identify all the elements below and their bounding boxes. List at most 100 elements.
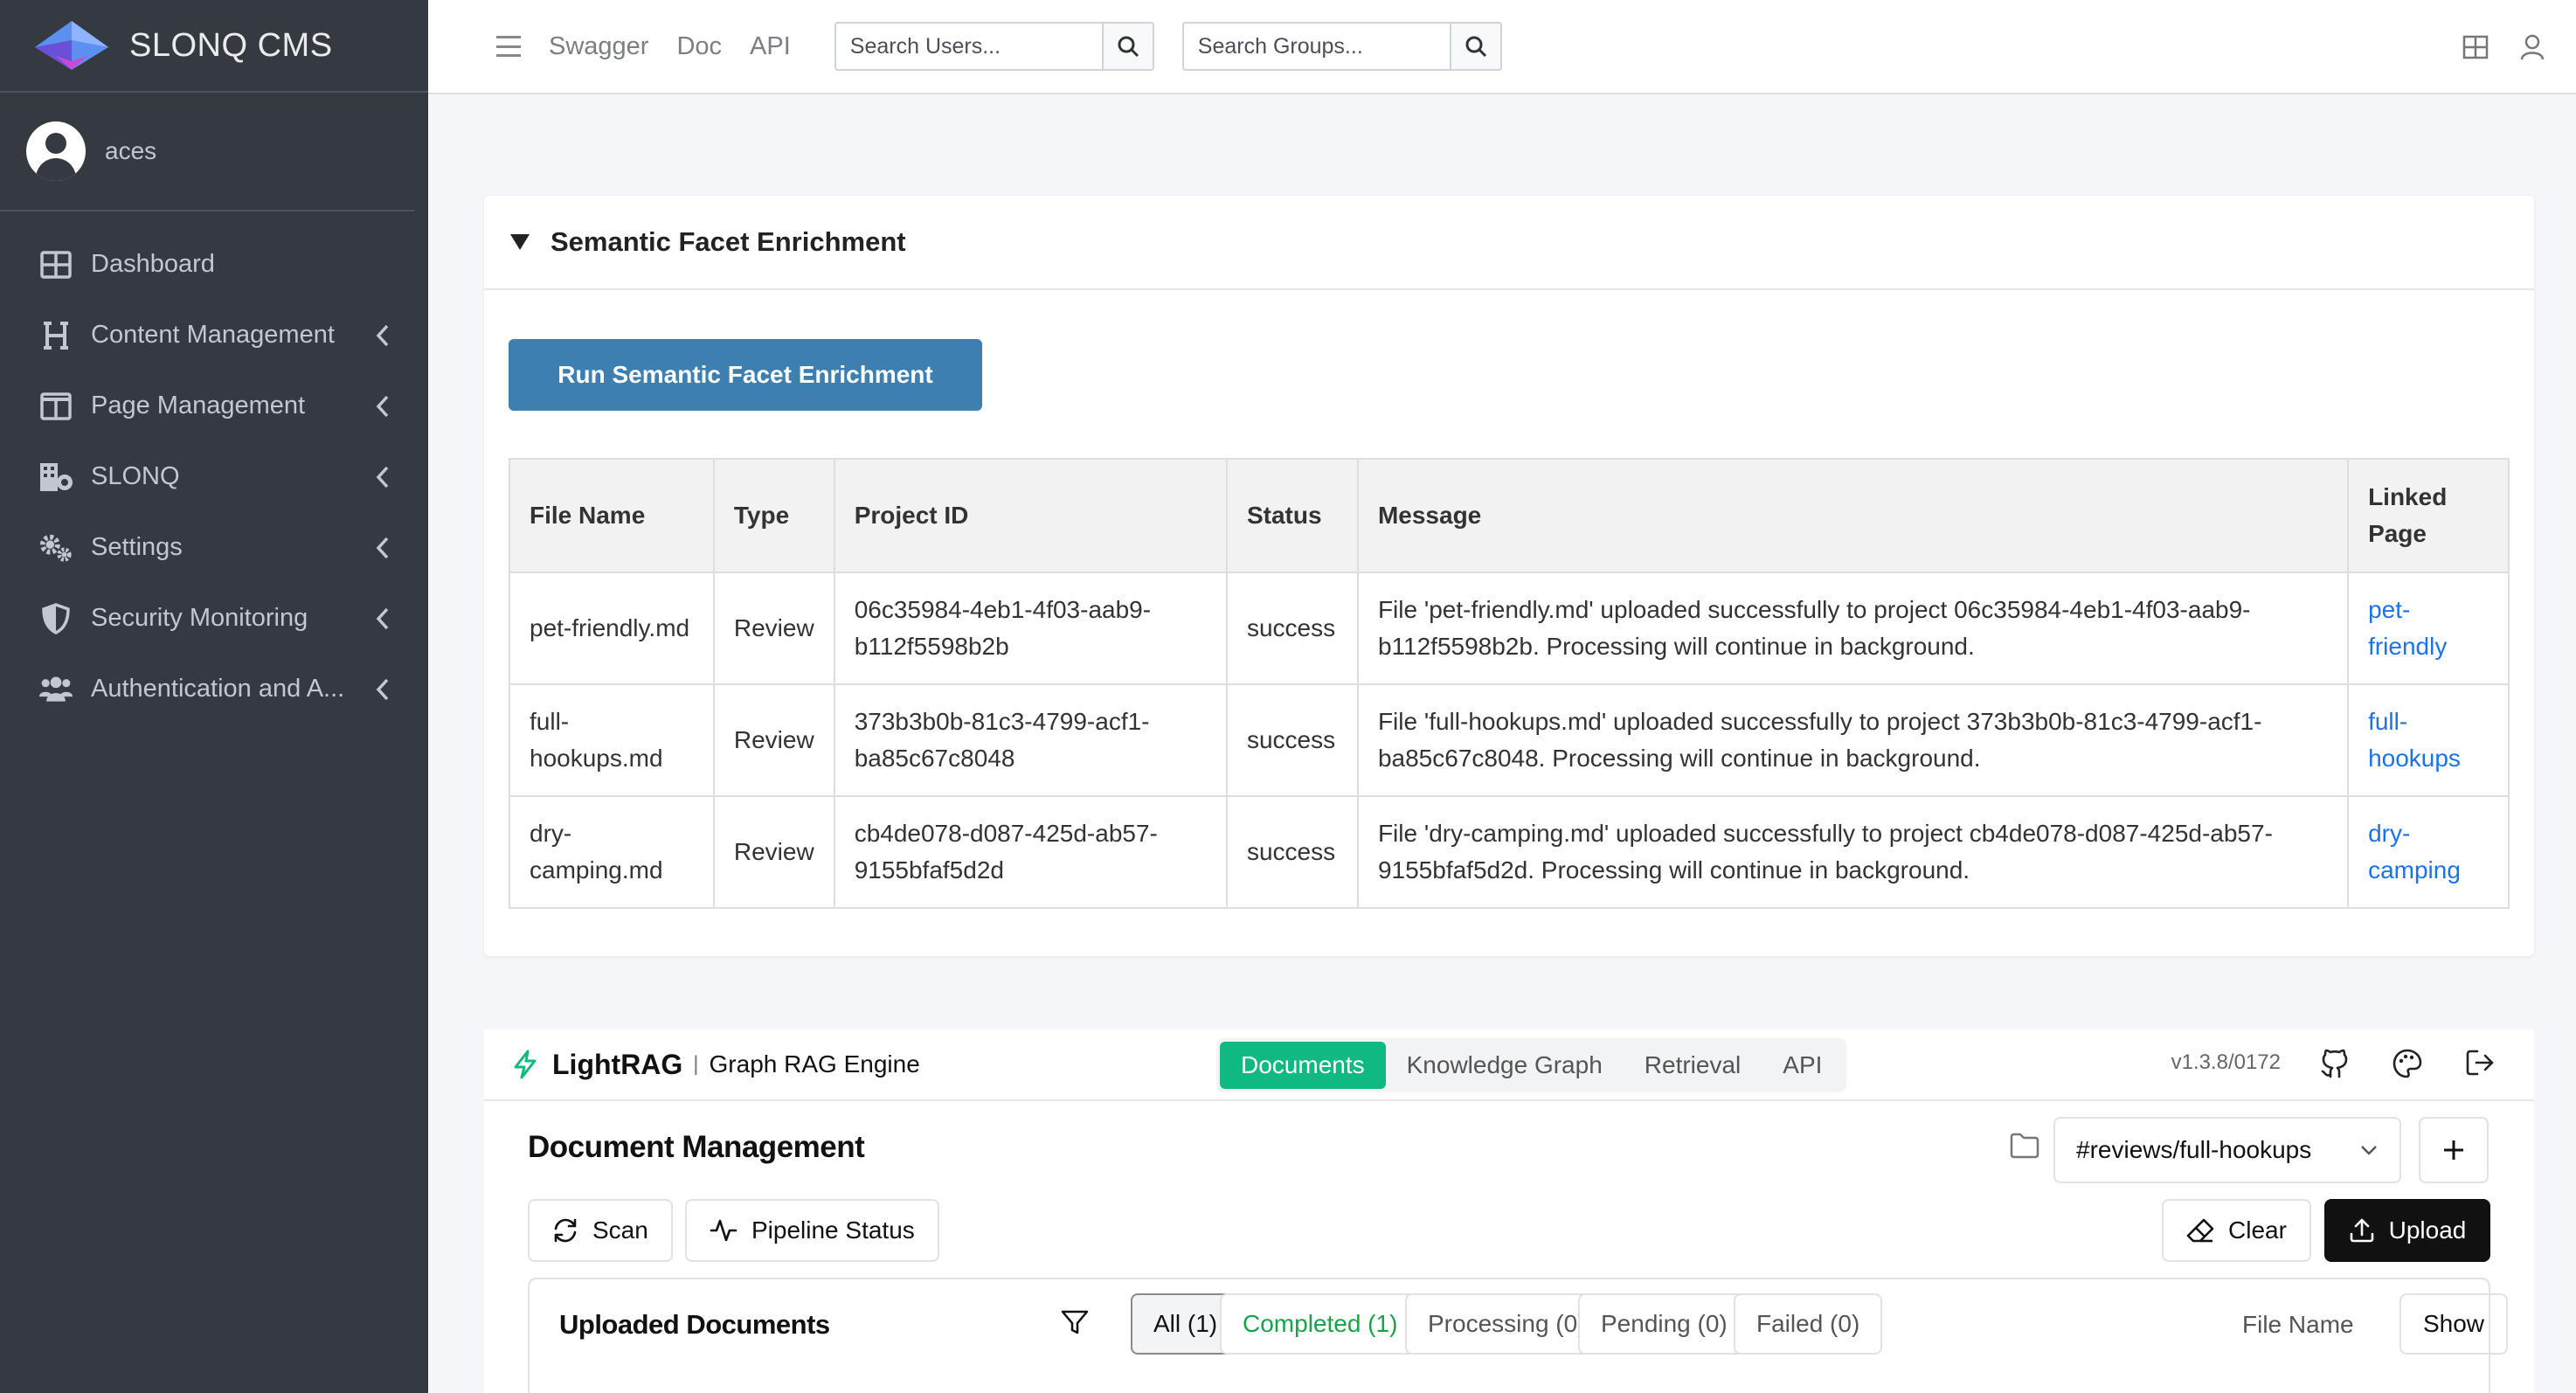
cogs-icon — [38, 530, 73, 565]
brand-name: SLONQ CMS — [129, 26, 333, 64]
sidebar: SLONQ CMS aces Dashboard Content Managem… — [0, 0, 428, 1393]
clear-button[interactable]: Clear — [2162, 1199, 2311, 1262]
sidebar-item-label: Settings — [91, 533, 183, 561]
sidebar-item-authentication[interactable]: Authentication and A... — [0, 654, 428, 724]
show-file-name-button[interactable]: Show — [2399, 1293, 2508, 1355]
enrichment-results-table: File Name Type Project ID Status Message… — [509, 458, 2510, 909]
chevron-down-icon — [2361, 1146, 2377, 1155]
file-name-label: File Name — [2242, 1311, 2354, 1338]
tab-api[interactable]: API — [1762, 1042, 1843, 1089]
sidebar-item-dashboard[interactable]: Dashboard — [0, 229, 428, 300]
sidebar-nav: Dashboard Content Management Page Manage… — [0, 211, 428, 724]
pipeline-status-button[interactable]: Pipeline Status — [685, 1199, 939, 1262]
users-icon — [38, 672, 73, 707]
cell-project-id: cb4de078-d087-425d-ab57-9155bfaf5d2d — [833, 795, 1228, 909]
cell-file: pet-friendly.md — [509, 572, 715, 685]
dashboard-icon — [38, 247, 73, 282]
col-file-name: File Name — [509, 458, 715, 573]
clear-label: Clear — [2228, 1216, 2287, 1244]
upload-label: Upload — [2388, 1216, 2467, 1244]
lightrag-subtitle: Graph RAG Engine — [709, 1050, 920, 1078]
cell-file: full-hookups.md — [509, 683, 715, 797]
sidebar-item-security-monitoring[interactable]: Security Monitoring — [0, 583, 428, 654]
sidebar-item-label: Authentication and A... — [91, 675, 345, 703]
chevron-left-icon — [376, 395, 389, 417]
nav-link-doc[interactable]: Doc — [676, 32, 722, 61]
plus-icon — [2444, 1140, 2463, 1160]
table-header-row: File Name Type Project ID Status Message… — [509, 458, 2510, 573]
filter-pending-button[interactable]: Pending (0) — [1578, 1293, 1750, 1355]
upload-button[interactable]: Upload — [2324, 1199, 2490, 1262]
col-message: Message — [1356, 458, 2350, 573]
scan-button[interactable]: Scan — [528, 1199, 673, 1262]
search-groups-input[interactable] — [1181, 22, 1450, 71]
col-type: Type — [712, 458, 835, 573]
menu-toggle-icon[interactable] — [496, 36, 521, 57]
tab-knowledge-graph[interactable]: Knowledge Graph — [1386, 1042, 1624, 1089]
cell-type: Review — [712, 795, 835, 909]
logout-icon[interactable] — [2466, 1049, 2496, 1077]
brand[interactable]: SLONQ CMS — [0, 0, 428, 93]
top-navbar: Swagger Doc API — [428, 0, 2576, 94]
sidebar-item-label: Page Management — [91, 392, 306, 419]
shield-icon — [38, 601, 73, 636]
lightrag-header: LightRAG | Graph RAG Engine Documents Kn… — [484, 1029, 2534, 1101]
sidebar-item-label: Security Monitoring — [91, 604, 308, 632]
cell-type: Review — [712, 683, 835, 797]
sidebar-item-label: Dashboard — [91, 250, 215, 278]
col-status: Status — [1225, 458, 1359, 573]
tab-documents[interactable]: Documents — [1220, 1042, 1386, 1089]
sidebar-item-settings[interactable]: Settings — [0, 512, 428, 583]
search-groups-group — [1181, 22, 1502, 71]
tab-retrieval[interactable]: Retrieval — [1624, 1042, 1762, 1089]
refresh-icon — [554, 1218, 577, 1243]
search-users-button[interactable] — [1101, 22, 1154, 71]
chevron-left-icon — [376, 466, 389, 488]
sidebar-item-content-management[interactable]: Content Management — [0, 300, 428, 371]
workspace-select[interactable]: #reviews/full-hookups — [2053, 1117, 2401, 1183]
linked-page-link[interactable]: full-hookups — [2347, 683, 2510, 797]
collapse-triangle-icon[interactable] — [510, 234, 530, 250]
user-name[interactable]: aces — [105, 137, 156, 165]
linked-page-link[interactable]: dry-camping — [2347, 795, 2510, 909]
building-icon — [38, 460, 73, 495]
sidebar-item-page-management[interactable]: Page Management — [0, 371, 428, 441]
search-groups-button[interactable] — [1449, 22, 1502, 71]
enrichment-card: Semantic Facet Enrichment Run Semantic F… — [484, 196, 2534, 956]
filter-completed-button[interactable]: Completed (1) — [1220, 1293, 1421, 1355]
cell-project-id: 06c35984-4eb1-4f03-aab9-b112f5598b2b — [833, 572, 1228, 685]
col-linked-page: Linked Page — [2347, 458, 2510, 573]
chevron-left-icon — [376, 537, 389, 558]
folder-icon — [2010, 1133, 2039, 1159]
sidebar-item-label: SLONQ — [91, 462, 180, 490]
filter-failed-button[interactable]: Failed (0) — [1734, 1293, 1883, 1355]
user-panel[interactable]: aces — [0, 93, 414, 211]
nav-link-api[interactable]: API — [750, 32, 791, 61]
top-right-icons — [2462, 0, 2576, 94]
add-workspace-button[interactable] — [2419, 1117, 2489, 1183]
palette-icon[interactable] — [2392, 1049, 2422, 1078]
linked-page-link[interactable]: pet-friendly — [2347, 572, 2510, 685]
chevron-left-icon — [376, 607, 389, 629]
cell-message: File 'pet-friendly.md' uploaded successf… — [1356, 572, 2350, 685]
cell-message: File 'dry-camping.md' uploaded successfu… — [1356, 795, 2350, 909]
run-enrichment-button[interactable]: Run Semantic Facet Enrichment — [509, 339, 982, 411]
heading-icon — [38, 318, 73, 353]
enrichment-card-header[interactable]: Semantic Facet Enrichment — [484, 196, 2534, 290]
sidebar-item-label: Content Management — [91, 321, 335, 349]
activity-icon — [710, 1219, 737, 1242]
uploaded-documents-title: Uploaded Documents — [559, 1309, 830, 1340]
workspace-value: #reviews/full-hookups — [2076, 1136, 2312, 1163]
chevron-left-icon — [376, 678, 389, 700]
search-icon — [1465, 36, 1486, 58]
cell-status: success — [1225, 683, 1359, 797]
grid-icon[interactable] — [2462, 35, 2489, 59]
eraser-icon — [2186, 1218, 2214, 1243]
sidebar-item-slonq[interactable]: SLONQ — [0, 441, 428, 512]
cell-status: success — [1225, 572, 1359, 685]
search-users-input[interactable] — [834, 22, 1102, 71]
nav-link-swagger[interactable]: Swagger — [549, 32, 648, 61]
user-icon[interactable] — [2520, 34, 2545, 60]
github-icon[interactable] — [2321, 1049, 2349, 1078]
filter-icon[interactable] — [1061, 1309, 1089, 1335]
